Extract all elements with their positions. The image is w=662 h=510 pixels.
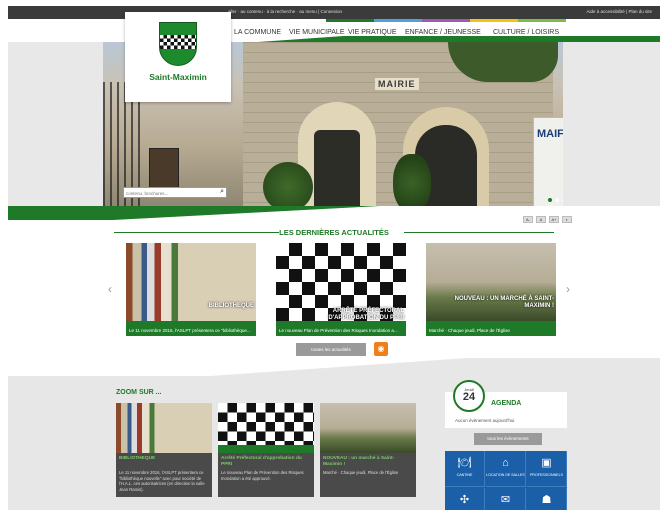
nav-item-vie-municipale[interactable]: VIE MUNICIPALE [289, 29, 345, 36]
zoom-card[interactable]: Arrêté Préfectoral d'approbation du PPRI… [218, 403, 314, 497]
hero-right-margin [563, 42, 660, 212]
news-card[interactable]: ARRÊTÉ PRÉFECTORAL D'APPROBATION DU PPRI… [276, 243, 406, 336]
tile-user[interactable]: ☗ [527, 488, 567, 510]
news-card[interactable]: NOUVEAU : UN MARCHÉ À SAINT-MAXIMIN ! Ma… [426, 243, 556, 336]
nav-item-vie-pratique[interactable]: VIE PRATIQUE [348, 29, 397, 36]
mail-icon: ✉ [500, 494, 511, 506]
search-icon[interactable]: ⌕ [220, 188, 224, 196]
building-icon: ⌂ [502, 457, 509, 469]
zoom-section-title: ZOOM SUR ... [116, 389, 162, 396]
skip-links[interactable]: aller · au contenu · à la recherche · au… [228, 9, 342, 14]
nav-item-la-commune[interactable]: LA COMMUNE [234, 29, 281, 36]
nav-color-strip [326, 19, 566, 22]
hero-left-margin [8, 42, 103, 212]
slider-dot[interactable] [562, 198, 563, 202]
tile-professionnels[interactable]: ▣ PROFESSIONNELS [527, 451, 567, 487]
slider-dot[interactable] [555, 198, 559, 202]
zoom-card-desc: Le 11 novembre 2016, l'ASLPT présentera … [119, 470, 205, 492]
rss-icon[interactable]: ◉ [374, 342, 388, 356]
top-bar: aller · au contenu · à la recherche · au… [8, 6, 660, 19]
zoom-card-title: BIBLIOTHEQUE [119, 456, 156, 461]
user-icon: ☗ [541, 494, 552, 506]
font-increase-button[interactable]: A+ [549, 216, 559, 223]
all-events-button[interactable]: tous les évènements [474, 433, 542, 445]
mairie-sign: MAIRIE [375, 78, 419, 90]
bush [393, 154, 431, 212]
mailbox [149, 148, 179, 192]
site-logo[interactable]: Saint-Maximin [125, 12, 231, 102]
accessibility-tools: A- A A+ ◐ [523, 216, 572, 223]
font-reset-button[interactable]: A [536, 216, 546, 223]
puzzle-icon: ✣ [459, 494, 470, 506]
news-card[interactable]: BIBLIOTHEQUE Le 11 novembre 2016, l'ASLP… [126, 243, 256, 336]
zoom-card[interactable]: NOUVEAU : un marché à Saint-Maximin ! Ma… [320, 403, 416, 497]
tile-cantine[interactable]: 🍽 CANTINE [445, 451, 485, 487]
tile-location-salles[interactable]: ⌂ LOCATION DE SALLES [486, 451, 526, 487]
zoom-card-desc: Marché · Chaque jeudi, Place de l'Église [323, 470, 399, 475]
news-card-desc: Le 11 novembre 2016, l'ASLPT présentera … [129, 328, 251, 333]
news-card-title: ARRÊTÉ PRÉFECTORAL D'APPROBATION DU PPRI [328, 308, 404, 321]
zoom-card[interactable]: BIBLIOTHEQUE Le 11 novembre 2016, l'ASLP… [116, 403, 212, 497]
page: aller · au contenu · à la recherche · au… [8, 6, 660, 510]
agenda-widget: Jeudi 24 AGENDA Aucun évènement aujourd'… [445, 380, 567, 428]
news-card-desc: Marché · Chaque jeudi, Place de l'Église [429, 328, 510, 333]
nav-item-enfance-jeunesse[interactable]: ENFANCE / JEUNESSE [405, 29, 481, 36]
zoom-card-title: NOUVEAU : un marché à Saint-Maximin ! [323, 456, 395, 467]
news-card-title: NOUVEAU : UN MARCHÉ À SAINT-MAXIMIN ! [454, 296, 554, 309]
contrast-button[interactable]: ◐ [562, 216, 572, 223]
news-section-header: LES DERNIÈRES ACTUALITÉS [114, 228, 554, 238]
site-name: Saint-Maximin [149, 72, 207, 82]
bag-icon: ▣ [541, 457, 552, 469]
zoom-card-desc: Le nouveau Plan de Prévention des Risque… [221, 470, 304, 481]
nav-item-culture-loisirs[interactable]: CULTURE / LOISIRS [493, 29, 559, 36]
font-decrease-button[interactable]: A- [523, 216, 533, 223]
tile-contact[interactable]: ✉ [486, 488, 526, 510]
slider-dots [548, 198, 563, 202]
utility-links[interactable]: Aide à accessibilité | Plan du site [587, 9, 652, 14]
news-section-title: LES DERNIÈRES ACTUALITÉS [279, 228, 389, 237]
search-input[interactable] [126, 189, 212, 197]
quick-access-tiles: 🍽 CANTINE ⌂ LOCATION DE SALLES ▣ PROFESS… [445, 451, 567, 510]
all-news-button[interactable]: toutes les actualités [296, 343, 366, 356]
library-photo [116, 403, 212, 453]
agenda-date-badge: Jeudi 24 [453, 380, 485, 412]
tile-puzzle[interactable]: ✣ [445, 488, 485, 510]
market-photo [320, 403, 416, 453]
carousel-next-arrow[interactable]: › [566, 282, 570, 296]
search-box: ⌕ [123, 187, 227, 198]
agenda-title: AGENDA [491, 400, 522, 407]
slider-dot[interactable] [548, 198, 552, 202]
news-card-desc: Le nouveau Plan de Prévention des Risque… [279, 328, 398, 333]
checkered-emblem [218, 403, 314, 453]
carousel-prev-arrow[interactable]: ‹ [108, 282, 112, 296]
coat-of-arms-icon [159, 22, 197, 66]
bush [263, 162, 313, 212]
agenda-empty-text: Aucun évènement aujourd'hui [455, 418, 515, 423]
news-card-title: BIBLIOTHEQUE [208, 303, 254, 309]
zoom-card-title: Arrêté Préfectoral d'approbation du PPRI [221, 456, 302, 467]
plate-icon: 🍽 [457, 457, 472, 469]
